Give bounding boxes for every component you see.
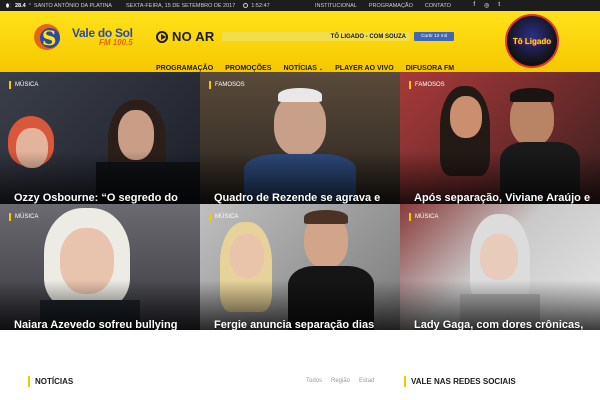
content-sections: NOTÍCIAS Todos Região Estad VALE NAS RED… — [0, 330, 600, 400]
tile-category: MÚSICA — [209, 213, 238, 221]
filter-regiao[interactable]: Região — [331, 378, 350, 384]
news-tile[interactable]: MÚSICA Lady Gaga, com dores crônicas, — [400, 204, 600, 330]
person-face — [450, 96, 482, 138]
top-links: INSTITUCIONAL PROGRAMAÇÃO CONTATO — [315, 3, 451, 9]
date-text: SEXTA-FEIRA, 15 DE SETEMBRO DE 2017 — [125, 2, 236, 9]
person-face — [480, 234, 518, 280]
tile-title[interactable]: Fergie anuncia separação dias — [214, 319, 394, 330]
nav-label: DIFUSORA FM — [405, 65, 455, 72]
date: SEXTA-FEIRA, 15 DE SETEMBRO DE 2017 — [126, 3, 235, 9]
backdrop-sign — [62, 78, 102, 108]
logo-mark-icon: S — [30, 22, 70, 52]
link-contato[interactable]: CONTATO — [425, 3, 451, 9]
filter-todos[interactable]: Todos — [306, 378, 322, 384]
tile-category: FAMOSOS — [409, 81, 445, 89]
tile-title[interactable]: Lady Gaga, com dores crônicas, — [414, 319, 594, 330]
section-accent — [404, 376, 406, 387]
tile-category: MÚSICA — [9, 81, 38, 89]
nav-label: PROMOÇÕES — [225, 65, 272, 72]
person-face — [230, 234, 264, 278]
link-programacao[interactable]: PROGRAMAÇÃO — [369, 3, 413, 9]
play-icon[interactable] — [156, 30, 168, 43]
temperature-unit: ° — [28, 2, 31, 9]
now-playing-text: TÔ LIGADO - COM SOUZA — [330, 33, 406, 40]
program-badge-text: Tô Ligado — [512, 36, 552, 46]
social-links: f ◎ t — [473, 2, 500, 9]
news-tile[interactable]: FAMOSOS Quadro de Rezende se agrava e — [200, 72, 400, 204]
facebook-like-button[interactable]: Curtir 12 mil — [414, 32, 454, 41]
nav-item-programacao[interactable]: PROGRAMAÇÃO — [156, 65, 213, 72]
clock-icon — [243, 3, 249, 8]
facebook-like-label: Curtir 12 mil — [421, 34, 447, 39]
weather: 28.4 ° SANTO ANTÔNIO DA PLATINA — [6, 3, 112, 9]
time-text: 1:52:47 — [251, 2, 270, 9]
person-hair — [510, 88, 554, 102]
nav-item-difusora-fm[interactable]: DIFUSORA FM — [406, 65, 454, 72]
chevron-down-icon: ⌄ — [318, 65, 324, 72]
city: SANTO ANTÔNIO DA PLATINA — [33, 2, 112, 9]
now-playing-ticker: TÔ LIGADO - COM SOUZA — [222, 32, 410, 41]
tile-category: FAMOSOS — [209, 81, 245, 89]
temperature: 28.4 — [15, 2, 26, 9]
facebook-icon[interactable]: f — [473, 2, 475, 9]
nav-label: NOTÍCIAS — [283, 65, 317, 72]
tile-title[interactable]: Naiara Azevedo sofreu bullying — [14, 319, 194, 330]
tile-category: MÚSICA — [9, 213, 38, 221]
site-logo[interactable]: S Vale do Sol FM 100.5 — [30, 22, 133, 52]
top-bar: 28.4 ° SANTO ANTÔNIO DA PLATINA SEXTA-FE… — [0, 0, 600, 11]
nav-item-noticias[interactable]: NOTÍCIAS ⌄ — [283, 65, 323, 72]
clock: 1:52:47 — [243, 2, 270, 9]
news-section-header: NOTÍCIAS — [28, 376, 73, 387]
tile-category: MÚSICA — [409, 213, 438, 221]
person-face — [274, 94, 326, 156]
program-badge[interactable]: Tô Ligado — [505, 14, 559, 68]
news-tile[interactable]: MÚSICA Fergie anuncia separação dias — [200, 204, 400, 330]
link-institucional[interactable]: INSTITUCIONAL — [315, 3, 357, 9]
logo-frequency: FM 100.5 — [98, 38, 133, 47]
main-nav: PROGRAMAÇÃO PROMOÇÕES NOTÍCIAS ⌄ PLAYER A… — [156, 65, 466, 72]
nav-item-player-ao-vivo[interactable]: PLAYER AO VIVO — [335, 65, 394, 72]
person-hair — [278, 88, 322, 102]
on-air[interactable]: NO AR — [156, 29, 214, 44]
filter-estado[interactable]: Estad — [359, 378, 374, 384]
moon-icon — [6, 3, 11, 8]
news-tile[interactable]: MÚSICA Naiara Azevedo sofreu bullying — [0, 204, 200, 330]
social-section-header: VALE NAS REDES SOCIAIS — [404, 376, 516, 387]
news-tile[interactable]: MÚSICA Ozzy Osbourne: “O segredo do — [0, 72, 200, 204]
instagram-icon[interactable]: ◎ — [484, 2, 489, 9]
news-filters: Todos Região Estad — [306, 378, 374, 384]
on-air-label: NO AR — [172, 29, 215, 44]
nav-label: PROGRAMAÇÃO — [156, 65, 214, 72]
nav-label: PLAYER AO VIVO — [335, 65, 394, 72]
tile-title[interactable]: Ozzy Osbourne: “O segredo do — [14, 192, 194, 204]
section-title: NOTÍCIAS — [35, 377, 74, 386]
person-hair — [304, 210, 348, 224]
site-header: S Vale do Sol FM 100.5 NO AR TÔ LIGADO -… — [0, 11, 600, 72]
nav-item-promocoes[interactable]: PROMOÇÕES — [225, 65, 271, 72]
section-title: VALE NAS REDES SOCIAIS — [411, 377, 516, 386]
section-accent — [28, 376, 30, 387]
tile-title[interactable]: Após separação, Viviane Araújo e — [414, 192, 594, 204]
twitter-icon[interactable]: t — [498, 2, 500, 9]
tile-title[interactable]: Quadro de Rezende se agrava e — [214, 192, 394, 204]
news-tile[interactable]: FAMOSOS Após separação, Viviane Araújo e — [400, 72, 600, 204]
